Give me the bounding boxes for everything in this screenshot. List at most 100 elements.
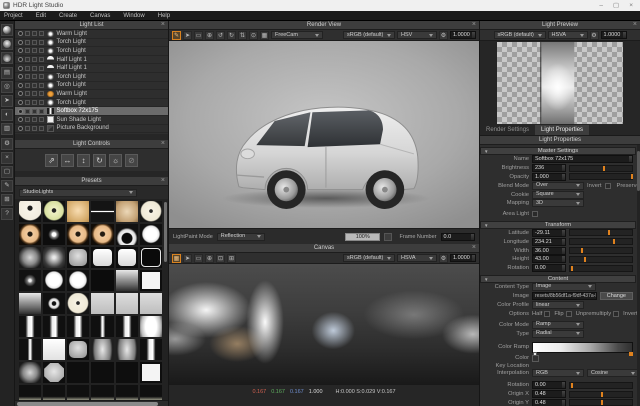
content-rotation-field[interactable]: 0.00 bbox=[532, 381, 566, 389]
light-control-button[interactable]: ↻ bbox=[93, 154, 106, 167]
menu-item[interactable]: Help bbox=[158, 13, 170, 19]
canvas-tool-button[interactable]: ▭ bbox=[194, 254, 203, 263]
preset-thumbnail[interactable] bbox=[67, 293, 89, 314]
preset-thumbnail[interactable] bbox=[19, 247, 41, 268]
lock-checkbox[interactable] bbox=[32, 66, 37, 71]
canvas-tool-button[interactable]: ▦ bbox=[172, 254, 181, 263]
menu-item[interactable]: Window bbox=[123, 13, 144, 19]
preset-thumbnail[interactable] bbox=[140, 201, 162, 222]
interpolation-space-dropdown[interactable]: RGB bbox=[532, 369, 584, 377]
menu-item[interactable]: Edit bbox=[36, 13, 46, 19]
render-tool-button[interactable]: ↺ bbox=[216, 31, 225, 40]
opacity-field[interactable]: 1.000 bbox=[532, 173, 566, 181]
preset-thumbnail[interactable] bbox=[116, 293, 138, 314]
canvas-tool-button[interactable]: ⊞ bbox=[227, 254, 236, 263]
preset-thumbnail[interactable] bbox=[140, 270, 162, 291]
light-list-row[interactable]: Warm Light bbox=[15, 90, 168, 99]
option-checkbox[interactable] bbox=[544, 311, 550, 317]
lock-checkbox[interactable] bbox=[32, 31, 37, 36]
close-window-button[interactable]: × bbox=[629, 0, 633, 11]
enable-checkbox[interactable] bbox=[25, 66, 30, 71]
collapse-icon[interactable]: ▼ bbox=[484, 149, 488, 155]
light-list-row[interactable]: Picture Background bbox=[15, 125, 168, 134]
preview-channel-dropdown[interactable]: HSVA bbox=[548, 31, 588, 39]
preset-thumbnail[interactable] bbox=[140, 385, 162, 400]
canvas-tool-button[interactable]: ➤ bbox=[183, 254, 192, 263]
interpolation-curve-dropdown[interactable]: Cosine bbox=[587, 369, 639, 377]
solo-icon[interactable] bbox=[18, 83, 23, 88]
tab-light-properties[interactable]: Light Properties bbox=[535, 125, 589, 135]
render-tool-button[interactable]: ↻ bbox=[227, 31, 236, 40]
origin-x-slider[interactable] bbox=[569, 391, 633, 398]
lock-checkbox[interactable] bbox=[32, 126, 37, 131]
gear-icon[interactable]: ⚙ bbox=[439, 254, 448, 263]
preset-thumbnail[interactable] bbox=[67, 224, 89, 245]
menu-item[interactable]: Create bbox=[59, 13, 77, 19]
gear-icon[interactable]: ⚙ bbox=[590, 31, 599, 40]
ramp-key-marker[interactable] bbox=[533, 352, 537, 356]
preset-thumbnail[interactable] bbox=[140, 247, 162, 268]
preset-thumbnail[interactable] bbox=[116, 270, 138, 291]
solo-icon[interactable] bbox=[18, 57, 23, 62]
mapping-dropdown[interactable]: 3D bbox=[532, 199, 584, 207]
left-toolbar-button[interactable]: ⚙ bbox=[1, 138, 13, 150]
preset-thumbnail[interactable] bbox=[19, 385, 41, 400]
transform-field[interactable]: 234.21 bbox=[532, 238, 566, 246]
close-icon[interactable]: × bbox=[161, 140, 165, 148]
light-control-button[interactable]: ↔ bbox=[61, 154, 74, 167]
left-toolbar-button[interactable] bbox=[1, 52, 13, 64]
transform-slider[interactable] bbox=[569, 265, 633, 272]
brightness-slider[interactable] bbox=[569, 165, 633, 172]
visible-checkbox[interactable] bbox=[39, 91, 44, 96]
preset-thumbnail[interactable] bbox=[91, 270, 113, 291]
transform-field[interactable]: 36.00 bbox=[532, 247, 566, 255]
content-section-header[interactable]: ▼ Content bbox=[480, 275, 636, 283]
enable-checkbox[interactable] bbox=[25, 126, 30, 131]
render-tool-button[interactable]: ▭ bbox=[194, 31, 203, 40]
enable-checkbox[interactable] bbox=[25, 109, 30, 114]
visible-checkbox[interactable] bbox=[39, 40, 44, 45]
canvas-channel-dropdown[interactable]: HSVA bbox=[397, 254, 437, 262]
preset-thumbnail[interactable] bbox=[116, 201, 138, 222]
left-toolbar-button[interactable]: ▢ bbox=[1, 166, 13, 178]
render-tool-button[interactable]: ➤ bbox=[183, 31, 192, 40]
enable-checkbox[interactable] bbox=[25, 100, 30, 105]
canvas-tool-button[interactable]: ⊕ bbox=[205, 254, 214, 263]
preset-thumbnail[interactable] bbox=[140, 293, 162, 314]
ramp-key-marker-end[interactable] bbox=[629, 352, 633, 356]
preset-thumbnail[interactable] bbox=[19, 339, 41, 360]
left-toolbar-button[interactable]: ⊞ bbox=[1, 194, 13, 206]
lock-checkbox[interactable] bbox=[32, 100, 37, 105]
preset-thumbnail[interactable] bbox=[43, 316, 65, 337]
color-ramp-gradient[interactable] bbox=[532, 342, 633, 353]
light-list-row[interactable]: Sun Shade Light bbox=[15, 116, 168, 125]
enable-checkbox[interactable] bbox=[25, 74, 30, 79]
colorspace-dropdown[interactable]: sRGB (default) bbox=[343, 31, 395, 39]
light-list-row[interactable]: Softbox 72x175 bbox=[15, 107, 168, 116]
preset-thumbnail[interactable] bbox=[116, 362, 138, 383]
tab-render-settings[interactable]: Render Settings bbox=[480, 125, 535, 135]
opacity-slider[interactable] bbox=[569, 173, 633, 180]
color-mode-dropdown[interactable]: Ramp bbox=[532, 321, 584, 329]
light-list-row[interactable]: Torch Light bbox=[15, 82, 168, 91]
origin-y-slider[interactable] bbox=[569, 399, 633, 406]
left-toolbar-button[interactable]: ◐ bbox=[1, 109, 13, 121]
presets-horizontal-scrollbar[interactable] bbox=[15, 400, 168, 406]
origin-x-field[interactable]: 0.48 bbox=[532, 390, 566, 398]
lock-checkbox[interactable] bbox=[32, 109, 37, 114]
lightpaint-mode-dropdown[interactable]: Reflection bbox=[217, 233, 265, 241]
canvas-colorspace-dropdown[interactable]: sRGB (default) bbox=[343, 254, 395, 262]
preset-thumbnail[interactable] bbox=[140, 362, 162, 383]
close-icon[interactable]: × bbox=[472, 21, 476, 29]
preset-thumbnail[interactable] bbox=[116, 247, 138, 268]
render-tool-button[interactable]: ▦ bbox=[260, 31, 269, 40]
preset-thumbnail[interactable] bbox=[43, 270, 65, 291]
solo-icon[interactable] bbox=[18, 74, 23, 79]
lock-checkbox[interactable] bbox=[32, 91, 37, 96]
maximize-button[interactable]: ▢ bbox=[613, 0, 619, 11]
transform-field[interactable]: 0.00 bbox=[532, 264, 566, 272]
visible-checkbox[interactable] bbox=[39, 48, 44, 53]
preset-category-dropdown[interactable]: StudioLights bbox=[19, 189, 137, 197]
light-list-row[interactable]: Torch Light bbox=[15, 39, 168, 48]
visible-checkbox[interactable] bbox=[39, 57, 44, 62]
